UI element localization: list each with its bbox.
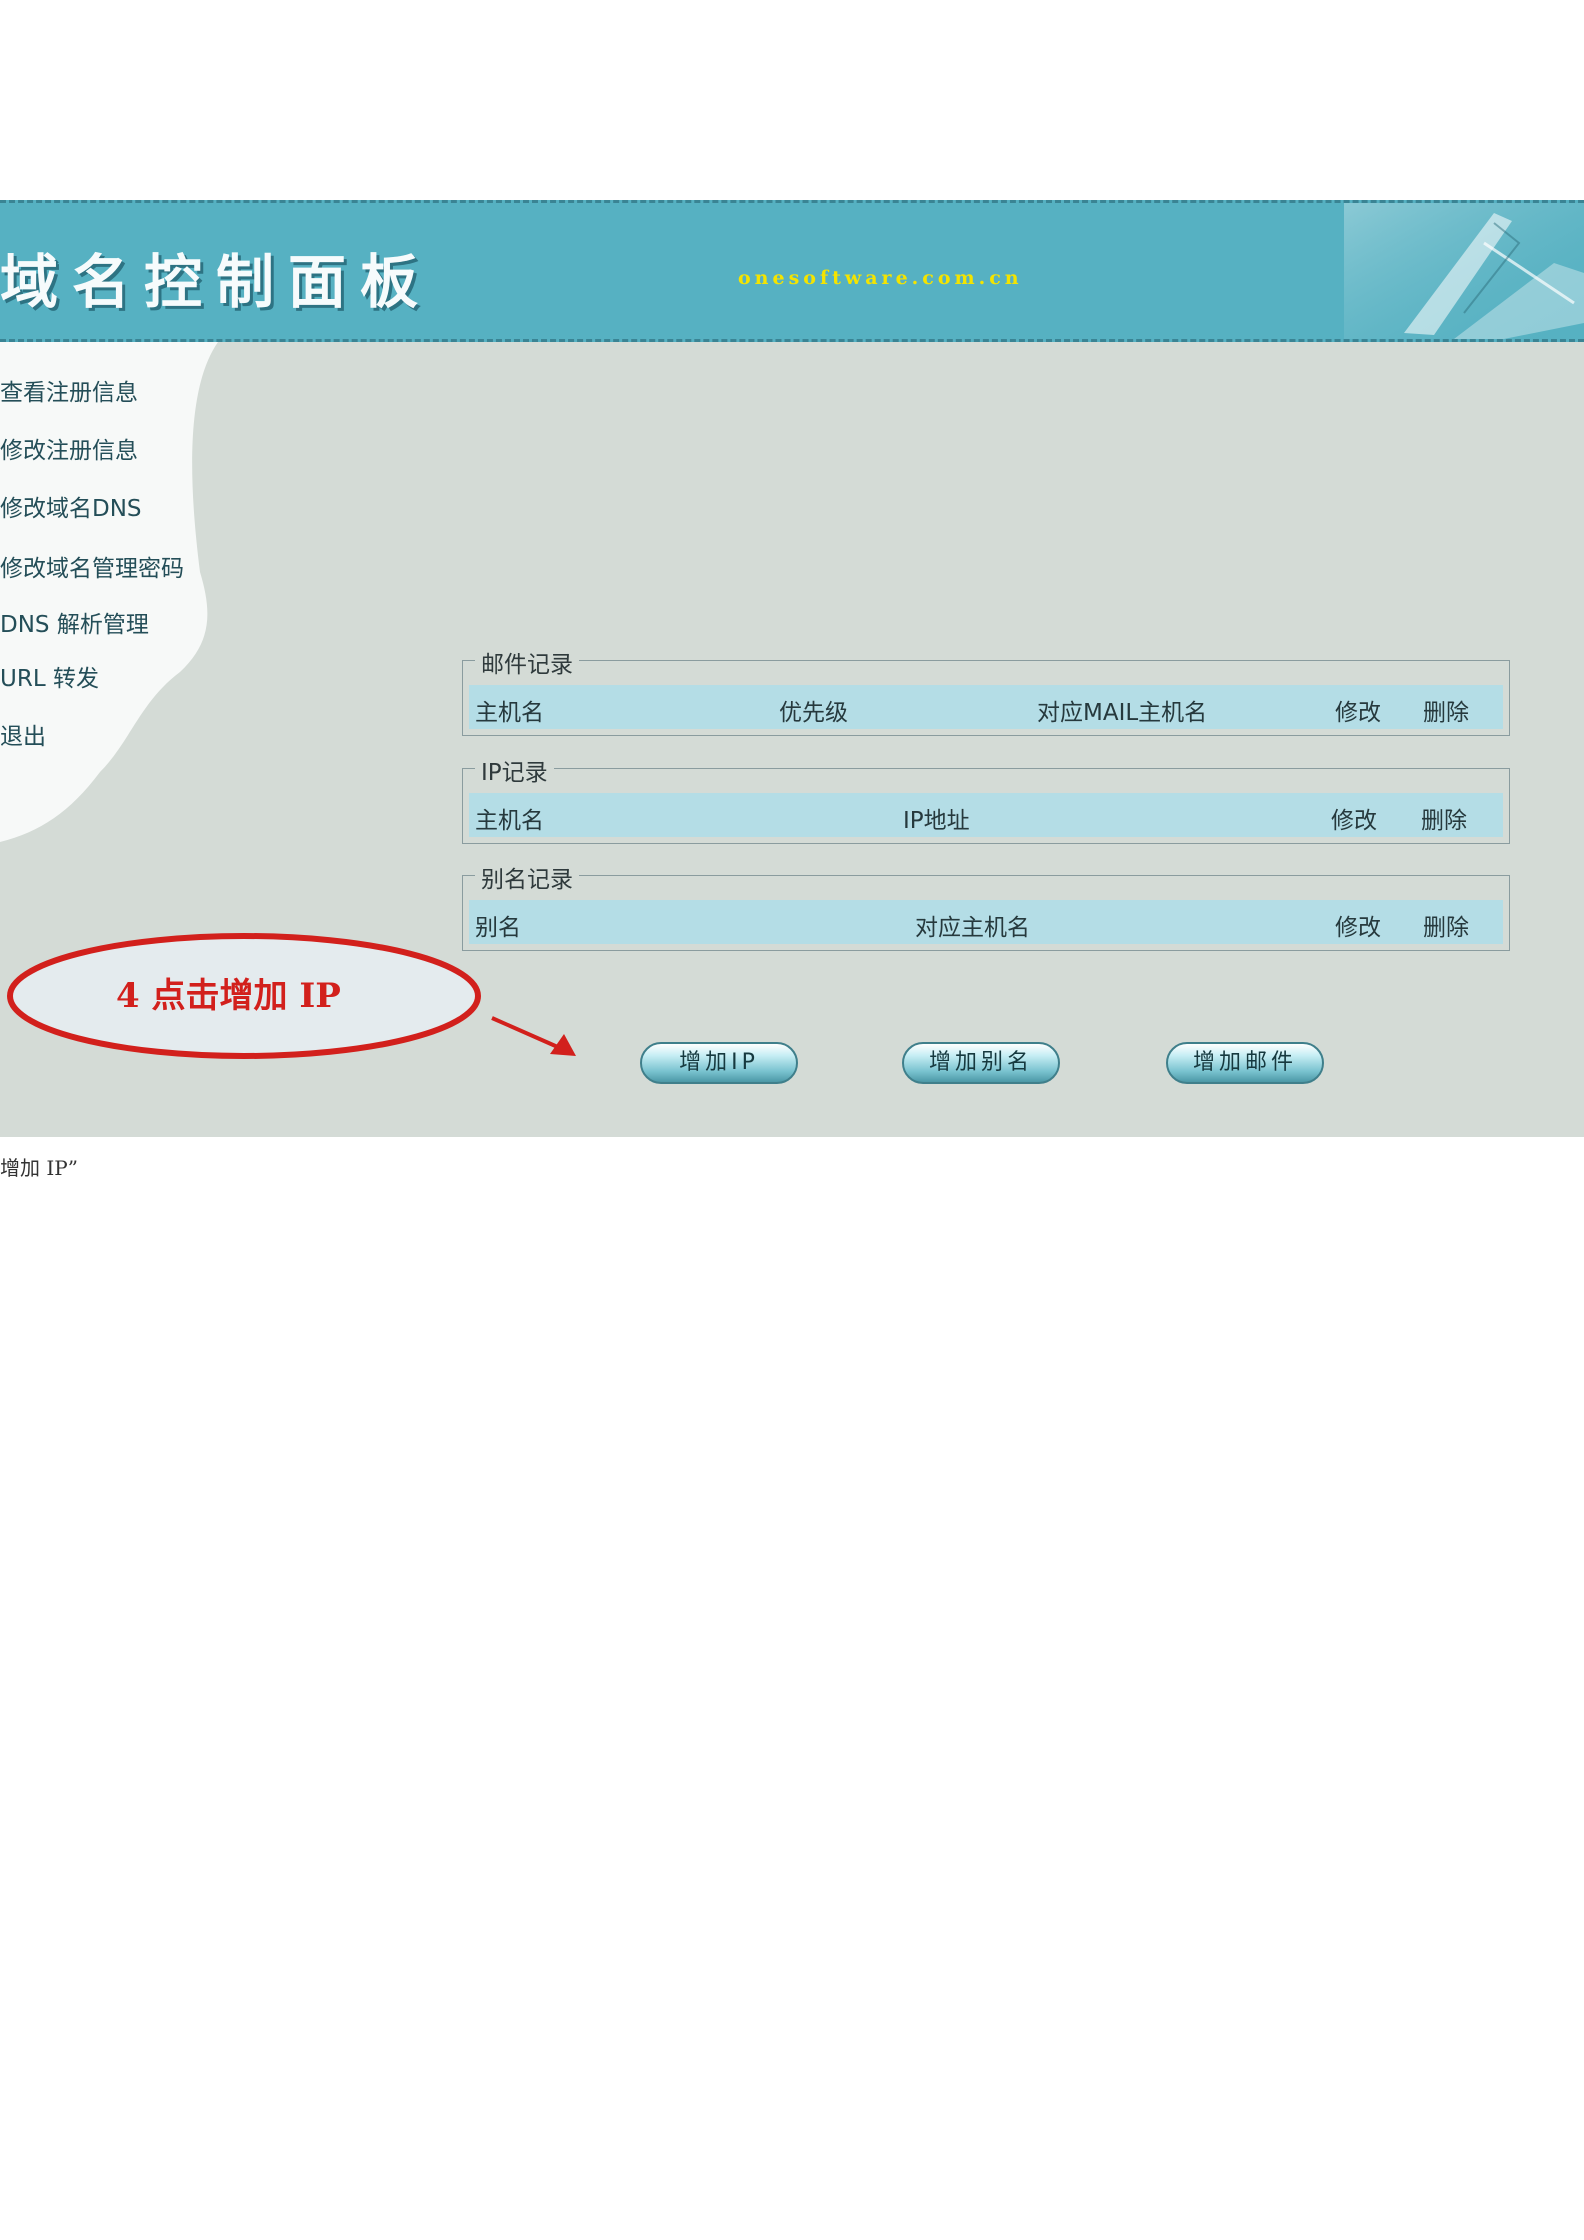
- ip-edit-link[interactable]: 修改: [1331, 801, 1377, 835]
- mail-records-legend: 邮件记录: [475, 645, 579, 679]
- mail-edit-link[interactable]: 修改: [1335, 693, 1381, 727]
- table-row: 主机名 优先级 对应MAIL主机名 修改 删除: [469, 685, 1503, 729]
- menu-item-edit-dns[interactable]: 修改域名DNS: [0, 489, 142, 523]
- alias-delete-link[interactable]: 删除: [1423, 908, 1469, 942]
- annotation-arrow-icon: [491, 1016, 576, 1056]
- mail-delete-link[interactable]: 删除: [1423, 693, 1469, 727]
- add-alias-button[interactable]: 增加别名: [902, 1042, 1060, 1084]
- col-target-hostname: 对应主机名: [915, 915, 1030, 941]
- col-mail-hostname: 对应MAIL主机名: [1037, 700, 1208, 726]
- col-priority: 优先级: [779, 700, 848, 726]
- menu-item-logout[interactable]: 退出: [0, 717, 46, 751]
- page-title: 域名控制面板: [0, 248, 433, 316]
- alias-edit-link[interactable]: 修改: [1335, 908, 1381, 942]
- add-mail-button[interactable]: 增加邮件: [1166, 1042, 1324, 1084]
- menu-item-view-registration[interactable]: 查看注册信息: [0, 373, 138, 407]
- screenshot-panel: 域名控制面板 onesoftware.com.cn 查看注册信息 修改注册信息 …: [0, 200, 1584, 1137]
- add-ip-button[interactable]: 增加IP: [640, 1042, 798, 1084]
- col-hostname: 主机名: [475, 700, 544, 726]
- mail-records-group: 邮件记录 主机名 优先级 对应MAIL主机名 修改 删除: [462, 645, 1510, 736]
- menu-item-edit-registration[interactable]: 修改注册信息: [0, 431, 138, 465]
- ip-records-legend: IP记录: [475, 753, 554, 787]
- ip-records-group: IP记录 主机名 IP地址 修改 删除: [462, 753, 1510, 844]
- alias-records-group: 别名记录 别名 对应主机名 修改 删除: [462, 860, 1510, 951]
- alias-records-legend: 别名记录: [475, 860, 579, 894]
- site-url[interactable]: onesoftware.com.cn: [738, 267, 1023, 289]
- table-row: 别名 对应主机名 修改 删除: [469, 900, 1503, 944]
- col-hostname: 主机名: [475, 808, 544, 834]
- ip-delete-link[interactable]: 删除: [1421, 801, 1467, 835]
- annotation-text: 4 点击增加 IP: [116, 976, 341, 1016]
- menu-item-edit-password[interactable]: 修改域名管理密码: [0, 549, 184, 583]
- col-ip-address: IP地址: [903, 808, 970, 834]
- menu-item-url-forward[interactable]: URL 转发: [0, 659, 99, 693]
- decorative-graphic-icon: [1344, 203, 1584, 339]
- menu-item-dns-management[interactable]: DNS 解析管理: [0, 605, 149, 639]
- caption-text: 增加 IP”: [0, 1156, 78, 1180]
- table-row: 主机名 IP地址 修改 删除: [469, 793, 1503, 837]
- header-banner: 域名控制面板 onesoftware.com.cn: [0, 200, 1584, 342]
